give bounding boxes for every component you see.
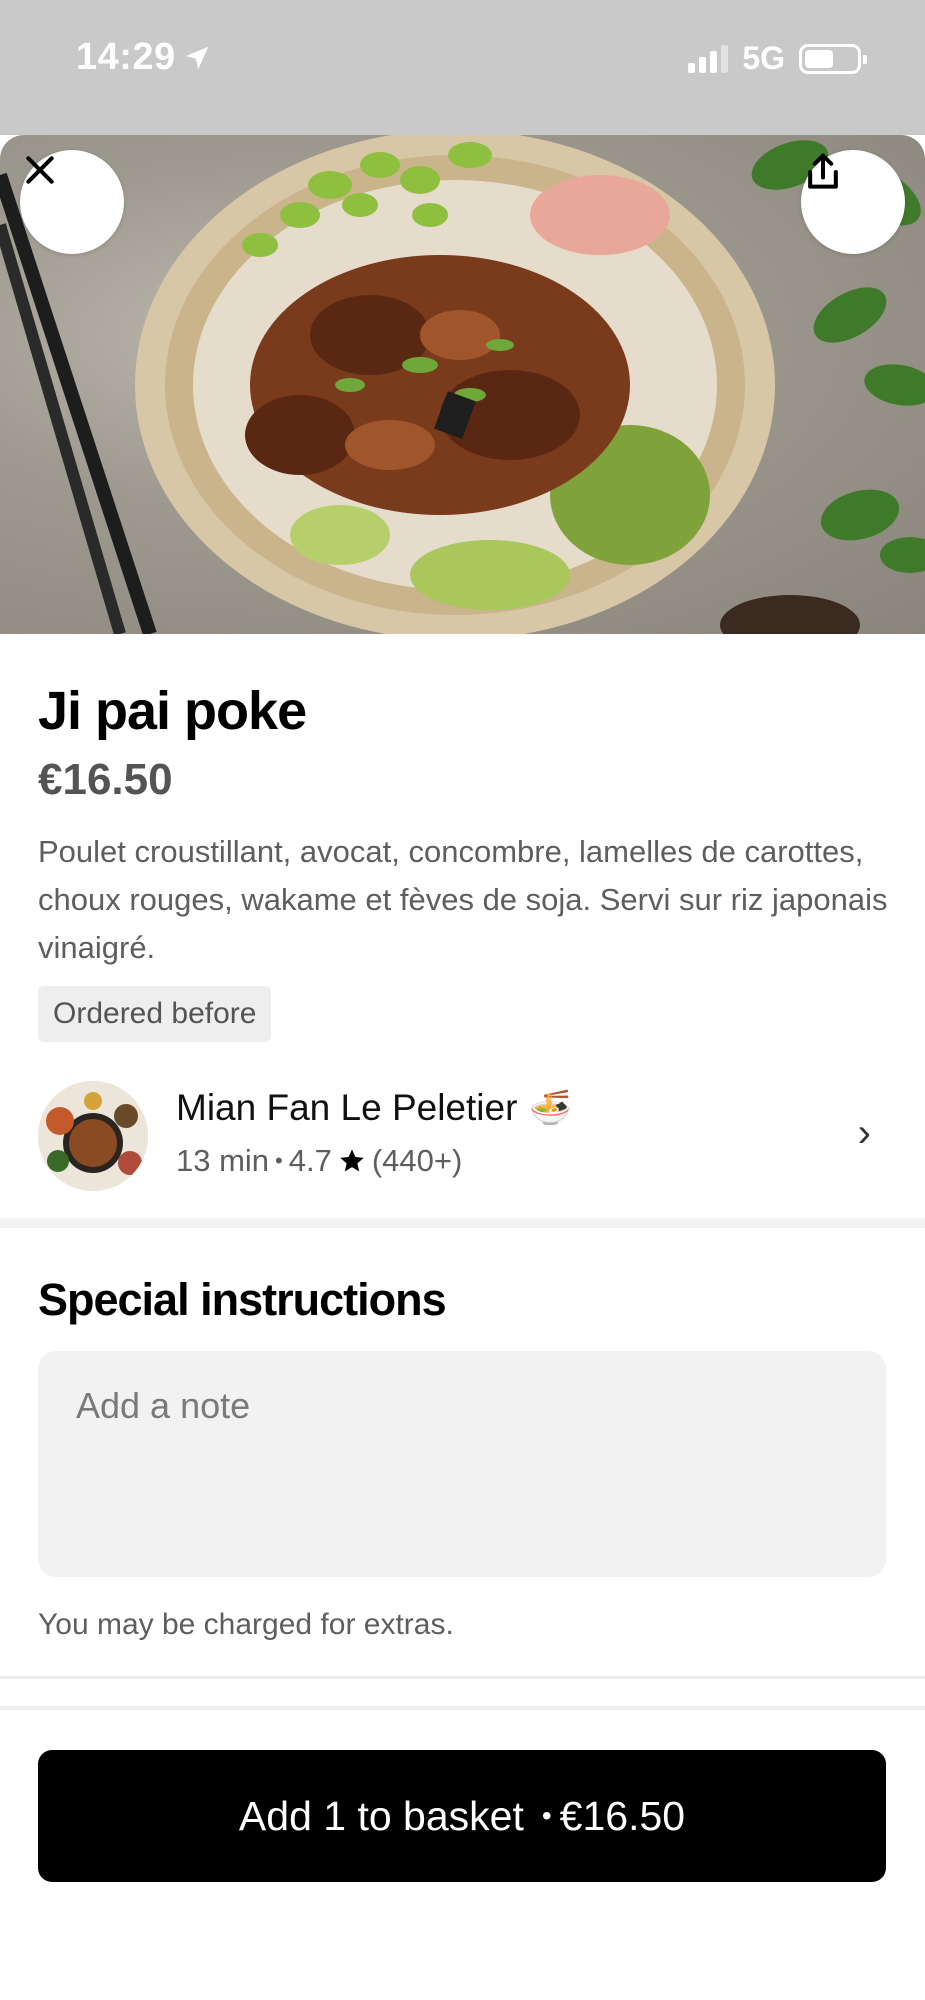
review-count: (440+) (371, 1143, 463, 1178)
share-icon (808, 153, 838, 189)
noodle-bowl-icon: 🍜 (529, 1089, 572, 1127)
share-button[interactable] (801, 150, 905, 254)
close-button[interactable] (20, 150, 124, 254)
item-price: €16.50 (38, 755, 173, 804)
chevron-right-icon: › (857, 1111, 871, 1155)
status-indicators: 5G (688, 40, 867, 77)
note-input[interactable] (38, 1351, 886, 1577)
close-icon (26, 156, 54, 184)
cta-price: €16.50 (559, 1792, 686, 1839)
divider (0, 1706, 925, 1710)
network-type: 5G (742, 40, 785, 76)
divider (0, 1676, 925, 1679)
status-time-text: 14:29 (76, 36, 176, 78)
signal-strength-icon (688, 44, 729, 73)
battery-icon (799, 43, 867, 74)
extras-hint: You may be charged for extras. (38, 1608, 454, 1641)
item-title: Ji pai poke (38, 681, 307, 741)
status-bar: 14:29 5G (0, 0, 925, 135)
poke-bowl-illustration (0, 135, 925, 634)
add-to-basket-button[interactable]: Add 1 to basket • €16.50 (38, 1750, 886, 1882)
location-arrow-icon (185, 46, 208, 69)
item-description: Poulet croustillant, avocat, concombre, … (38, 834, 888, 965)
section-divider (0, 1218, 925, 1228)
store-meta: 13 min • 4.7 (440+) (176, 1143, 462, 1179)
store-avatar (38, 1081, 148, 1191)
store-name: Mian Fan Le Peletier 🍜 (176, 1087, 572, 1129)
add-to-basket-label: Add 1 to basket (238, 1792, 524, 1839)
store-row[interactable]: Mian Fan Le Peletier 🍜 13 min • 4.7 (440… (0, 1075, 925, 1195)
cta-separator: • (541, 1800, 552, 1831)
store-name-text: Mian Fan Le Peletier (176, 1087, 518, 1128)
store-rating: 4.7 (288, 1143, 332, 1178)
special-instructions-title: Special instructions (38, 1274, 447, 1325)
star-icon (340, 1149, 364, 1172)
delivery-time: 13 min (176, 1143, 270, 1178)
status-time: 14:29 (76, 36, 212, 79)
meta-separator: • (275, 1148, 283, 1173)
ordered-before-badge: Ordered before (38, 986, 272, 1042)
item-hero-image (0, 135, 925, 634)
